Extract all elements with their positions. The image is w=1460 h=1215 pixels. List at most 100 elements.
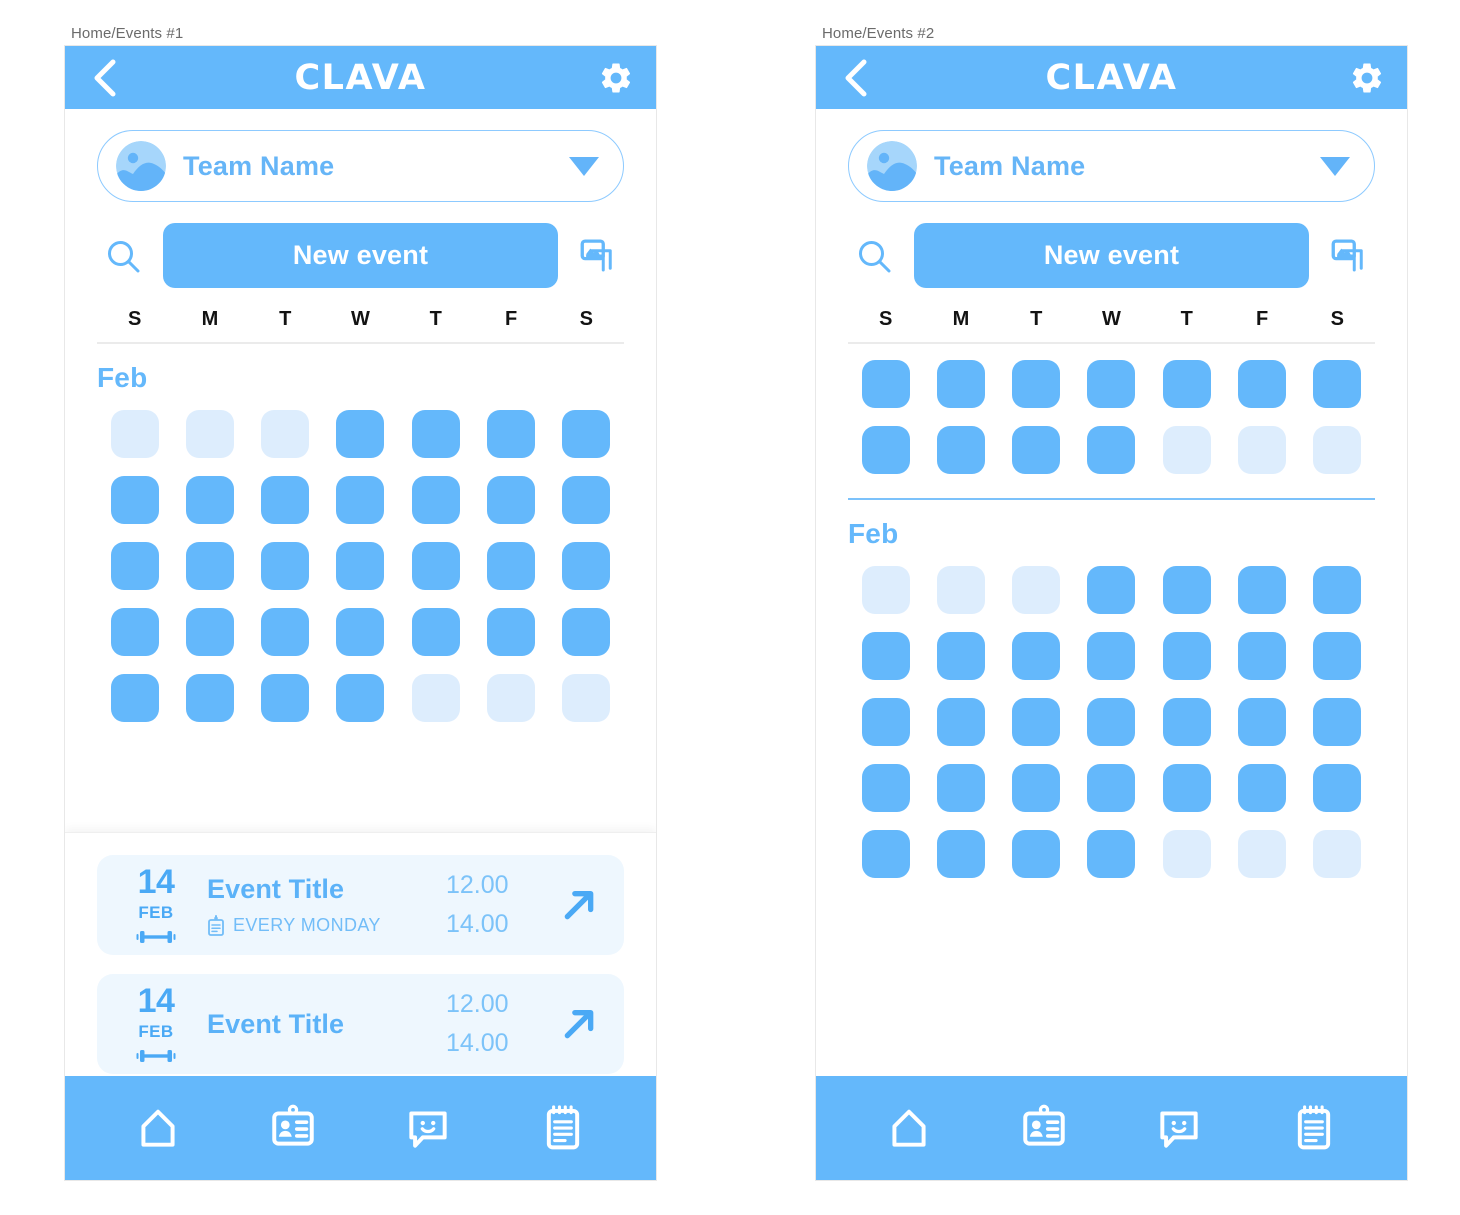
calendar-day-cell[interactable] (861, 632, 910, 680)
calendar-day-cell[interactable] (1087, 566, 1136, 614)
calendar-day-cell[interactable] (1238, 632, 1287, 680)
search-button[interactable] (97, 230, 149, 282)
calendar-day-cell[interactable] (861, 566, 910, 614)
calendar-day-cell[interactable] (1087, 764, 1136, 812)
calendar-day-cell[interactable] (1087, 632, 1136, 680)
calendar-day-cell[interactable] (1162, 764, 1211, 812)
calendar-day-cell[interactable] (487, 476, 536, 524)
calendar-day-cell[interactable] (936, 764, 985, 812)
search-button[interactable] (848, 230, 900, 282)
nav-item-contacts[interactable] (1013, 1097, 1075, 1159)
nav-item-contacts[interactable] (262, 1097, 324, 1159)
calendar-day-cell[interactable] (487, 410, 536, 458)
calendar-day-cell[interactable] (1012, 566, 1061, 614)
calendar-day-cell[interactable] (562, 542, 611, 590)
settings-button[interactable] (1349, 60, 1385, 96)
nav-item-notes[interactable] (532, 1097, 594, 1159)
calendar-day-cell[interactable] (261, 674, 310, 722)
calendar-day-cell[interactable] (185, 674, 234, 722)
gallery-button[interactable] (1323, 230, 1375, 282)
calendar-day-cell[interactable] (861, 360, 910, 408)
nav-item-notes[interactable] (1283, 1097, 1345, 1159)
calendar-day-cell[interactable] (562, 410, 611, 458)
settings-button[interactable] (598, 60, 634, 96)
calendar-day-cell[interactable] (1162, 426, 1211, 474)
team-selector[interactable]: Team Name (97, 130, 624, 202)
calendar-day-cell[interactable] (1313, 632, 1362, 680)
event-card[interactable]: 14 FEB Event Title (97, 855, 624, 955)
calendar-day-cell[interactable] (936, 426, 985, 474)
nav-item-home[interactable] (127, 1097, 189, 1159)
calendar-day-cell[interactable] (861, 830, 910, 878)
calendar-day-cell[interactable] (562, 476, 611, 524)
calendar-day-cell[interactable] (261, 410, 310, 458)
calendar-day-cell[interactable] (861, 426, 910, 474)
calendar-day-cell[interactable] (1162, 632, 1211, 680)
calendar-day-cell[interactable] (487, 608, 536, 656)
calendar-day-cell[interactable] (861, 764, 910, 812)
calendar-day-cell[interactable] (1012, 426, 1061, 474)
calendar-day-cell[interactable] (562, 674, 611, 722)
calendar-day-cell[interactable] (1012, 698, 1061, 746)
calendar-day-cell[interactable] (1238, 764, 1287, 812)
calendar-day-cell[interactable] (936, 566, 985, 614)
calendar-day-cell[interactable] (185, 542, 234, 590)
calendar-day-cell[interactable] (487, 674, 536, 722)
calendar-day-cell[interactable] (411, 476, 460, 524)
calendar-day-cell[interactable] (1313, 360, 1362, 408)
calendar-day-cell[interactable] (1238, 360, 1287, 408)
calendar-day-cell[interactable] (185, 410, 234, 458)
calendar-day-cell[interactable] (336, 608, 385, 656)
calendar-day-cell[interactable] (411, 542, 460, 590)
calendar-day-cell[interactable] (1313, 426, 1362, 474)
calendar-day-cell[interactable] (1313, 566, 1362, 614)
calendar-day-cell[interactable] (411, 674, 460, 722)
calendar-day-cell[interactable] (336, 542, 385, 590)
event-open-button[interactable] (556, 882, 602, 928)
calendar-day-cell[interactable] (261, 542, 310, 590)
calendar-day-cell[interactable] (1012, 632, 1061, 680)
new-event-button[interactable]: New event (163, 223, 558, 288)
calendar-day-cell[interactable] (185, 476, 234, 524)
calendar-day-cell[interactable] (1238, 426, 1287, 474)
calendar-day-cell[interactable] (336, 410, 385, 458)
calendar-day-cell[interactable] (562, 608, 611, 656)
calendar-day-cell[interactable] (1238, 698, 1287, 746)
back-button[interactable] (87, 59, 121, 96)
calendar-day-cell[interactable] (1087, 698, 1136, 746)
calendar-day-cell[interactable] (1313, 830, 1362, 878)
calendar-day-cell[interactable] (1162, 698, 1211, 746)
calendar-day-cell[interactable] (1162, 830, 1211, 878)
calendar-day-cell[interactable] (1012, 830, 1061, 878)
calendar-day-cell[interactable] (1313, 698, 1362, 746)
chevron-down-icon[interactable] (569, 156, 599, 176)
calendar-day-cell[interactable] (110, 410, 159, 458)
calendar-day-cell[interactable] (411, 608, 460, 656)
calendar-day-cell[interactable] (110, 476, 159, 524)
calendar-day-cell[interactable] (1238, 830, 1287, 878)
nav-item-chat[interactable] (397, 1097, 459, 1159)
calendar-day-cell[interactable] (261, 608, 310, 656)
calendar-day-cell[interactable] (936, 698, 985, 746)
calendar-day-cell[interactable] (1087, 360, 1136, 408)
calendar-day-cell[interactable] (110, 542, 159, 590)
new-event-button[interactable]: New event (914, 223, 1309, 288)
calendar-day-cell[interactable] (936, 632, 985, 680)
nav-item-home[interactable] (878, 1097, 940, 1159)
calendar-day-cell[interactable] (1313, 764, 1362, 812)
calendar-day-cell[interactable] (861, 698, 910, 746)
calendar-day-cell[interactable] (1012, 360, 1061, 408)
calendar-day-cell[interactable] (1012, 764, 1061, 812)
calendar-day-cell[interactable] (487, 542, 536, 590)
calendar-day-cell[interactable] (936, 830, 985, 878)
team-selector[interactable]: Team Name (848, 130, 1375, 202)
back-button[interactable] (838, 59, 872, 96)
calendar-day-cell[interactable] (1087, 426, 1136, 474)
calendar-day-cell[interactable] (336, 476, 385, 524)
calendar-day-cell[interactable] (1087, 830, 1136, 878)
calendar-day-cell[interactable] (1238, 566, 1287, 614)
calendar-day-cell[interactable] (936, 360, 985, 408)
event-card[interactable]: 14 FEB Event Title (97, 974, 624, 1074)
nav-item-chat[interactable] (1148, 1097, 1210, 1159)
calendar-day-cell[interactable] (110, 674, 159, 722)
